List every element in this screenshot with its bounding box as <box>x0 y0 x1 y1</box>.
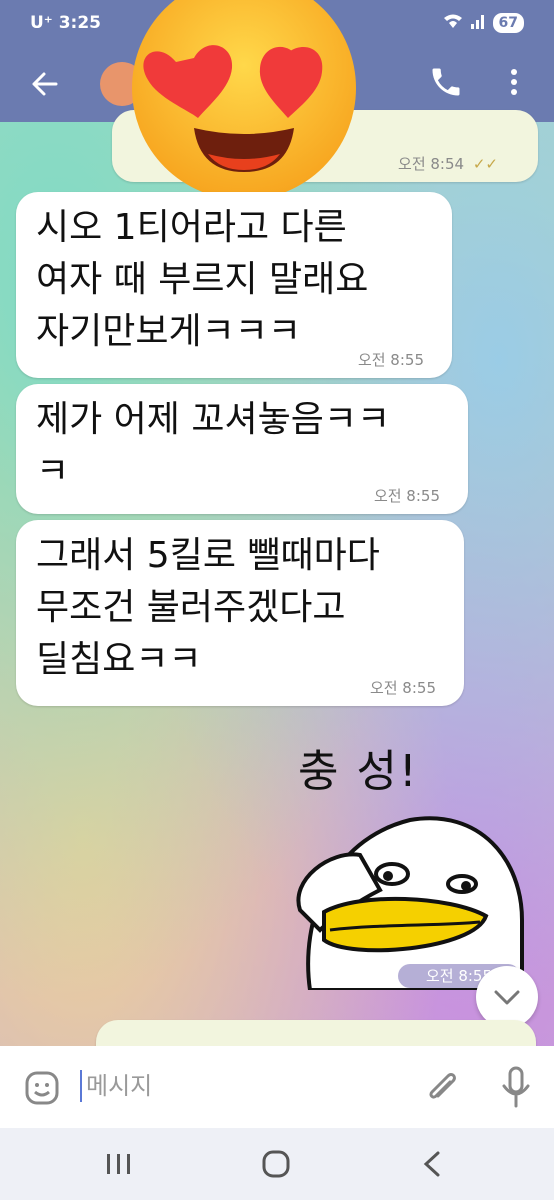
recent-apps-icon[interactable] <box>104 1152 134 1180</box>
back-button[interactable] <box>30 64 60 104</box>
chevron-down-icon <box>494 990 520 1005</box>
heart-eyes-emoji <box>128 0 360 200</box>
message-text: 제가 어제 꼬셔놓음ㅋㅋ ㅋ <box>36 399 391 492</box>
message-input[interactable]: 메시지 <box>80 1070 152 1102</box>
double-check-icon: ✓✓ <box>472 155 498 173</box>
message-text: 그래서 5킬로 뺄때마다 무조건 불러주겠다고 딜침요ㅋㅋ <box>36 535 380 680</box>
menu-button[interactable] <box>504 64 524 100</box>
system-nav-bar <box>0 1128 554 1200</box>
sticker-duck[interactable] <box>290 800 530 992</box>
message-time: 오전 8:55 <box>369 679 436 697</box>
message-bubble-incoming[interactable]: 제가 어제 꼬셔놓음ㅋㅋ ㅋ 오전 8:55 <box>16 384 468 514</box>
message-time: 오전 8:54 ✓✓ <box>398 155 498 173</box>
kebab-icon <box>511 69 517 95</box>
message-time: 오전 8:55 <box>357 351 424 369</box>
message-time: 오전 8:55 <box>373 487 440 505</box>
message-input-bar: 메시지 <box>0 1046 554 1128</box>
status-right: 67 <box>443 13 524 33</box>
message-text: 시오 1티어라고 다른 여자 때 부르지 말래요 자기만보게ㅋㅋㅋ <box>36 207 369 352</box>
message-bubble-incoming[interactable]: 그래서 5킬로 뺄때마다 무조건 불러주겠다고 딜침요ㅋㅋ 오전 8:55 <box>16 520 464 706</box>
message-bubble-incoming[interactable]: 시오 1티어라고 다른 여자 때 부르지 말래요 자기만보게ㅋㅋㅋ 오전 8:5… <box>16 192 452 378</box>
signal-icon <box>470 13 485 33</box>
arrow-left-icon <box>32 72 58 96</box>
phone-icon <box>432 68 460 96</box>
status-left: U⁺ 3:25 <box>30 13 101 33</box>
paperclip-icon[interactable] <box>424 1068 460 1112</box>
sticker-icon[interactable] <box>24 1070 60 1110</box>
call-button[interactable] <box>428 64 464 100</box>
back-nav-icon[interactable] <box>420 1150 444 1182</box>
clock: 3:25 <box>58 13 101 33</box>
sticker-caption: 충 성! <box>298 746 419 797</box>
scroll-down-button[interactable] <box>476 966 538 1028</box>
battery-badge: 67 <box>492 13 524 33</box>
carrier-label: U⁺ <box>30 13 53 33</box>
home-icon[interactable] <box>262 1150 290 1182</box>
microphone-icon[interactable] <box>500 1066 532 1112</box>
wifi-icon <box>443 13 463 33</box>
